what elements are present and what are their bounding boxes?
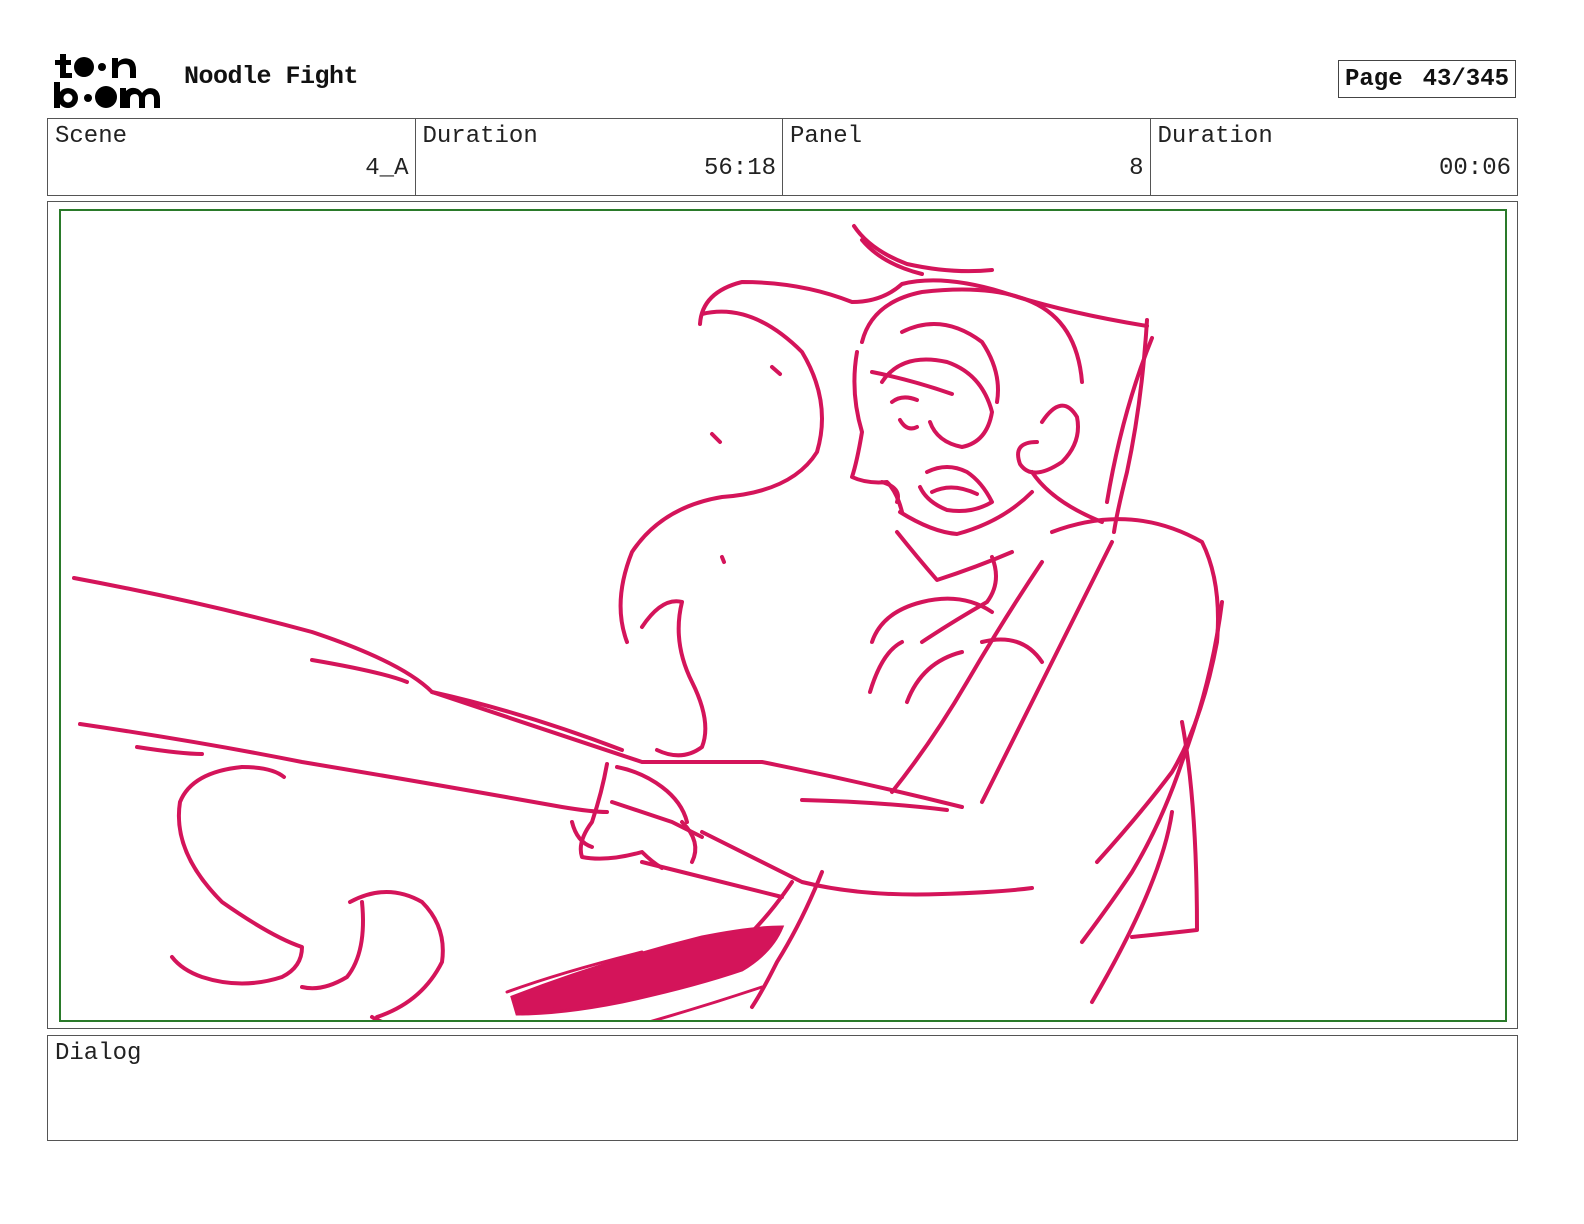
page-number: 43/345 <box>1422 65 1509 93</box>
scene-duration-value: 56:18 <box>703 155 776 182</box>
toon-boom-logo <box>54 54 160 108</box>
scene-duration-label: Duration <box>422 123 538 150</box>
panel-label: Panel <box>790 123 863 150</box>
dialog-label: Dialog <box>55 1040 142 1067</box>
panel-duration-cell: Duration 00:06 <box>1151 119 1518 195</box>
page-label: Page <box>1345 65 1403 93</box>
panel-sketch <box>72 224 1224 1020</box>
panel-value: 8 <box>1129 155 1144 182</box>
panel-safe-area <box>59 209 1507 1022</box>
storyboard-title: Noodle Fight <box>184 62 359 91</box>
dialog-box: Dialog <box>47 1035 1518 1141</box>
scene-label: Scene <box>55 123 128 150</box>
page-indicator: Page 43/345 <box>1338 60 1516 98</box>
panel-info-table: Scene 4_A Duration 56:18 Panel 8 Duratio… <box>47 118 1518 196</box>
scene-duration-cell: Duration 56:18 <box>416 119 783 195</box>
panel-cell: Panel 8 <box>783 119 1151 195</box>
panel-duration-label: Duration <box>1157 123 1273 150</box>
panel-duration-value: 00:06 <box>1438 155 1511 182</box>
scene-value: 4_A <box>365 155 409 182</box>
scene-cell: Scene 4_A <box>48 119 416 195</box>
